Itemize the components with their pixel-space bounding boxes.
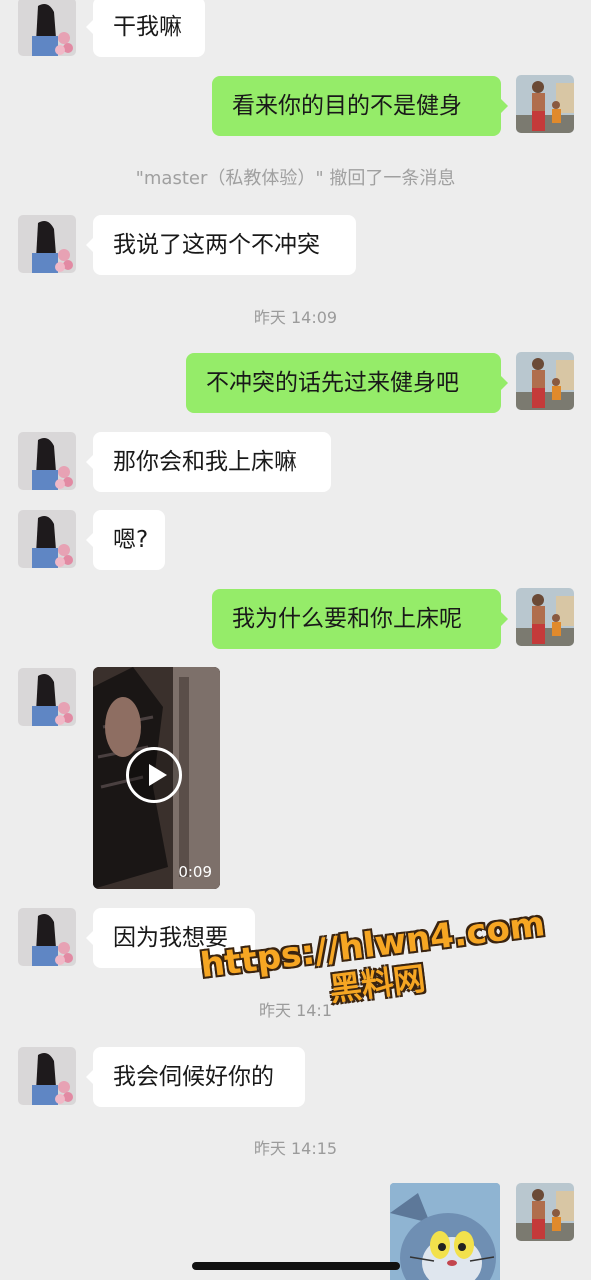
message-bubble-outgoing[interactable]: 不冲突的话先过来健身吧 xyxy=(186,353,508,413)
contact-avatar[interactable] xyxy=(18,215,76,273)
my-avatar[interactable] xyxy=(516,1183,574,1241)
message-bubble-incoming[interactable]: 我说了这两个不冲突 xyxy=(86,215,356,275)
my-avatar[interactable] xyxy=(516,588,574,646)
contact-avatar[interactable] xyxy=(18,0,76,56)
message-bubble-incoming[interactable]: 干我嘛 xyxy=(86,0,205,57)
message-bubble-incoming[interactable]: 我会伺候好你的 xyxy=(86,1047,305,1107)
contact-avatar[interactable] xyxy=(18,1047,76,1105)
video-duration: 0:09 xyxy=(178,863,212,881)
my-avatar[interactable] xyxy=(516,75,574,133)
sticker-message[interactable] xyxy=(390,1183,500,1280)
message-bubble-incoming[interactable]: 嗯? xyxy=(86,510,165,570)
message-bubble-outgoing[interactable]: 看来你的目的不是健身 xyxy=(212,76,508,136)
home-indicator[interactable] xyxy=(192,1262,400,1270)
contact-avatar[interactable] xyxy=(18,908,76,966)
message-bubble-outgoing[interactable]: 我为什么要和你上床呢 xyxy=(212,589,508,649)
timestamp: 昨天 14:09 xyxy=(253,308,338,327)
message-bubble-incoming[interactable]: 那你会和我上床嘛 xyxy=(86,432,331,492)
my-avatar[interactable] xyxy=(516,352,574,410)
video-message[interactable]: 0:09 xyxy=(93,667,220,889)
recall-notice: "master（私教体验）" 撤回了一条消息 xyxy=(135,168,456,189)
contact-avatar[interactable] xyxy=(18,432,76,490)
play-icon[interactable] xyxy=(126,747,182,803)
cat-sticker-icon xyxy=(390,1183,500,1280)
chat-area[interactable]: 干我嘛 看来你的目的不是健身 "master（私教体验）" 撤回了一条消息 我说… xyxy=(0,0,591,1280)
contact-avatar[interactable] xyxy=(18,510,76,568)
timestamp: 昨天 14:15 xyxy=(253,1139,338,1158)
contact-avatar[interactable] xyxy=(18,668,76,726)
